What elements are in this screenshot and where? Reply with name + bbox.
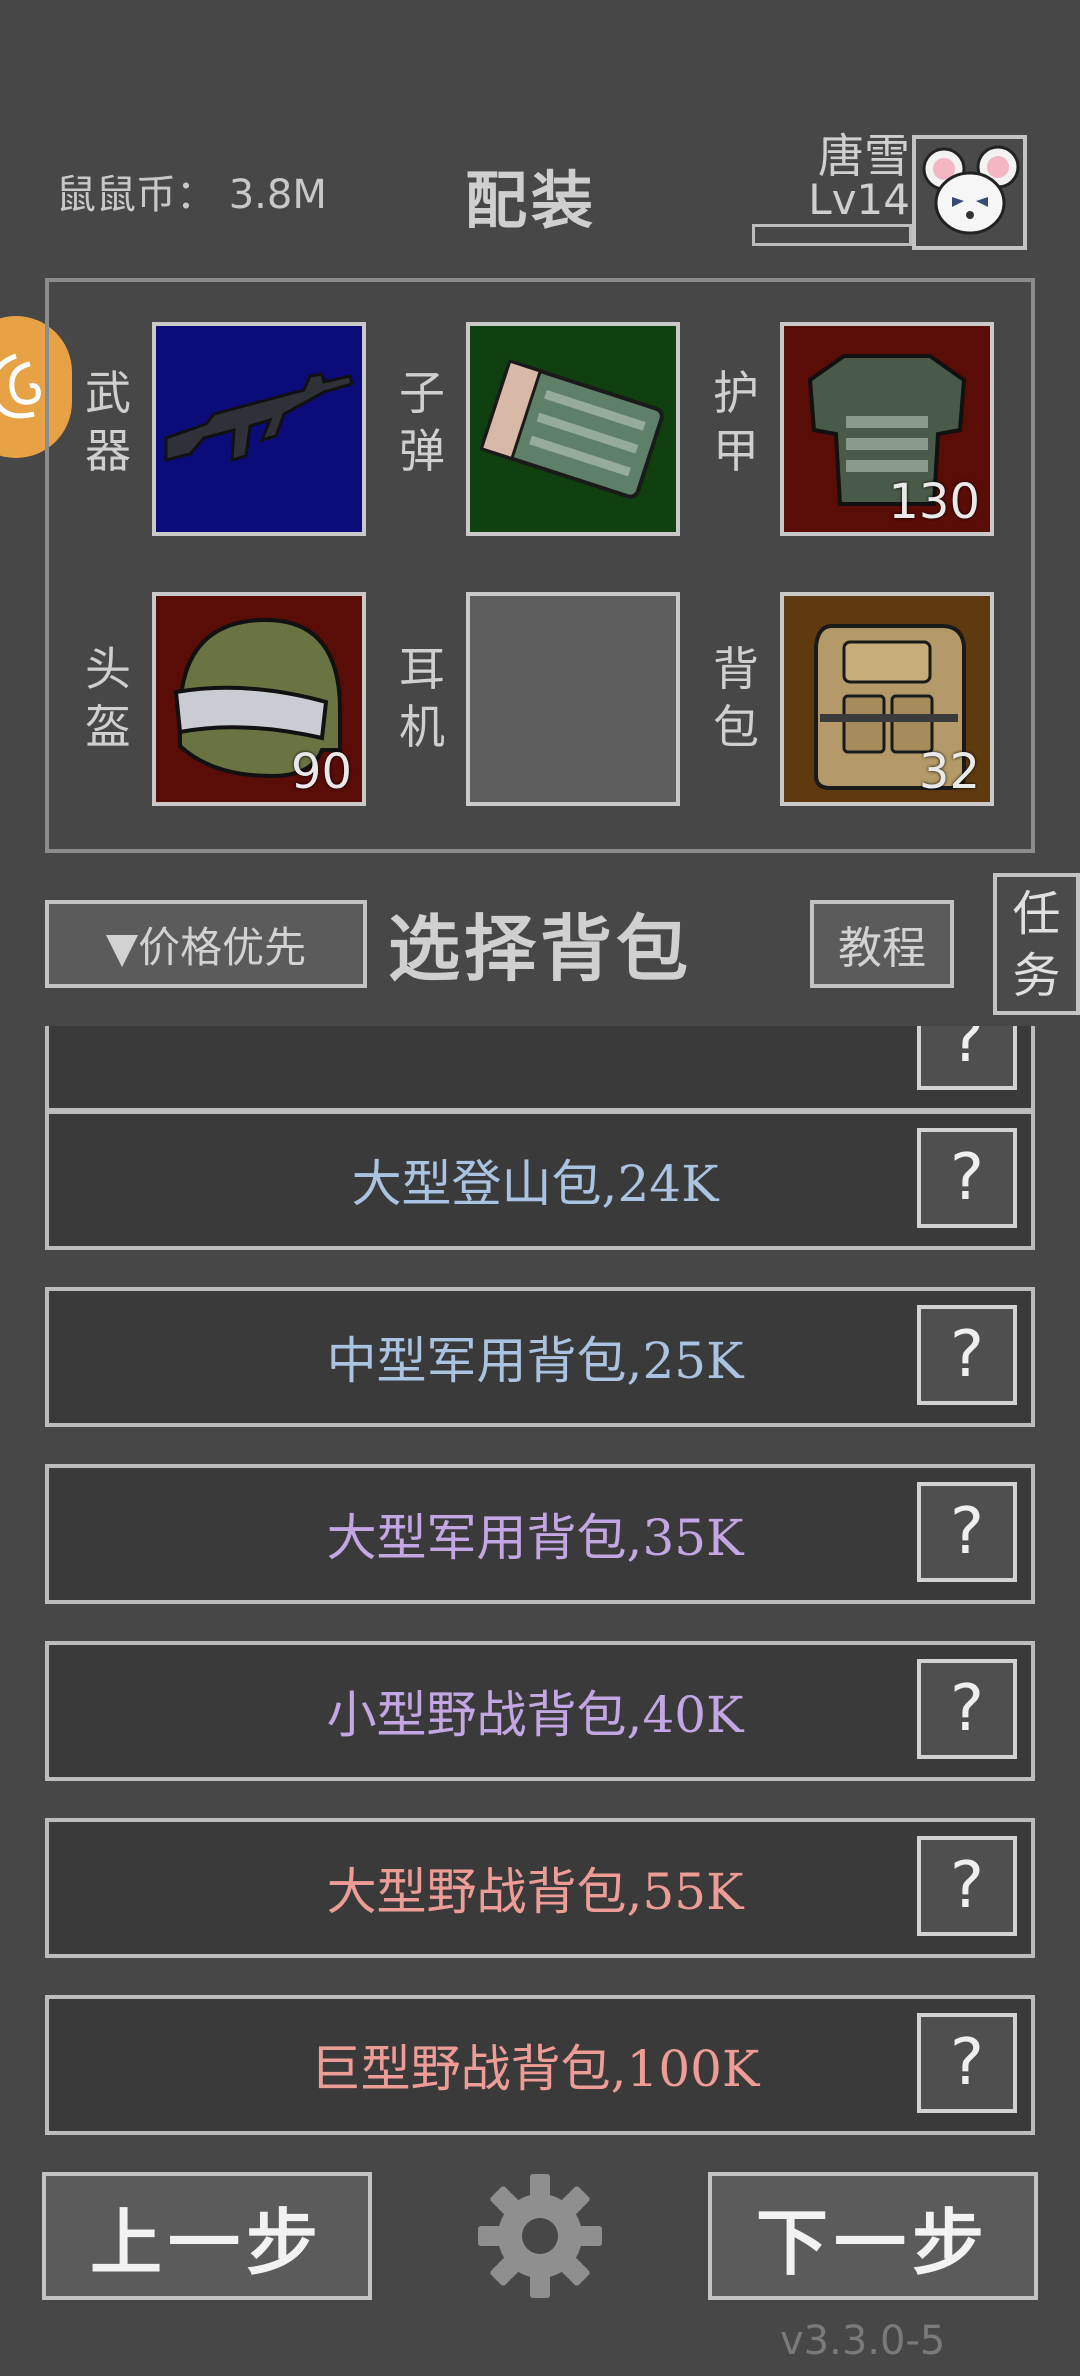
item-name	[49, 1026, 901, 1108]
weapon-slot[interactable]	[152, 322, 366, 536]
section-title: 选择背包	[388, 906, 693, 991]
avatar[interactable]	[912, 135, 1027, 250]
item-info-button[interactable]: ?	[917, 2013, 1017, 2113]
task-button[interactable]: 任务	[993, 873, 1080, 1015]
backpack-slot[interactable]: 32	[780, 592, 994, 806]
version-label: v3.3.0-5	[780, 2318, 946, 2364]
backpack-capacity: 32	[918, 744, 980, 800]
item-name: 大型登山包,24K	[351, 1155, 719, 1213]
page-title: 配装	[465, 164, 598, 237]
item-info-button[interactable]: ?	[917, 1128, 1017, 1228]
sort-by-price-button[interactable]: ▼价格优先	[45, 900, 367, 988]
helmet-slot[interactable]: 90	[152, 592, 366, 806]
list-item[interactable]: 大型军用背包,35K ?	[45, 1464, 1035, 1604]
gear-icon	[478, 2174, 602, 2298]
item-name: 大型军用背包,35K	[326, 1509, 744, 1567]
item-info-button[interactable]: ?	[917, 1482, 1017, 1582]
item-name: 中型军用背包,25K	[326, 1332, 744, 1390]
headset-slot[interactable]	[466, 592, 680, 806]
ammo-slot[interactable]	[466, 322, 680, 536]
item-name: 小型野战背包,40K	[326, 1686, 744, 1744]
list-item[interactable]: 大型登山包,24K ?	[45, 1110, 1035, 1250]
item-name: 巨型野战背包,100K	[310, 2040, 760, 2098]
coin-balance: 鼠鼠币： 3.8M	[56, 172, 327, 218]
helmet-slot-label: 头盔	[85, 642, 131, 754]
list-item[interactable]: 大型野战背包,55K ?	[45, 1818, 1035, 1958]
item-info-button[interactable]: ?	[917, 1026, 1017, 1090]
rifle-icon	[156, 326, 362, 532]
tutorial-button[interactable]: 教程	[810, 900, 954, 988]
list-item[interactable]: 巨型野战背包,100K ?	[45, 1995, 1035, 2135]
item-name: 大型野战背包,55K	[326, 1863, 744, 1921]
item-info-button[interactable]: ?	[917, 1659, 1017, 1759]
armor-slot-label: 护甲	[713, 366, 759, 478]
player-level: Lv14	[808, 175, 910, 224]
item-info-button[interactable]: ?	[917, 1305, 1017, 1405]
backpack-slot-label: 背包	[713, 642, 759, 754]
weapon-slot-label: 武器	[85, 366, 131, 478]
experience-bar	[752, 224, 912, 246]
list-item[interactable]: 小型野战背包,40K ?	[45, 1641, 1035, 1781]
helmet-durability: 90	[290, 744, 352, 800]
armor-slot[interactable]: 130	[780, 322, 994, 536]
ammo-slot-label: 子弹	[399, 366, 445, 478]
previous-step-button[interactable]: 上一步	[42, 2172, 372, 2300]
armor-durability: 130	[888, 474, 980, 530]
mouse-avatar-icon	[922, 145, 1020, 235]
headset-slot-label: 耳机	[399, 642, 445, 754]
settings-button[interactable]	[476, 2172, 604, 2300]
next-step-button[interactable]: 下一步	[708, 2172, 1038, 2300]
ammo-box-icon	[470, 326, 676, 532]
backpack-list[interactable]: ? 大型登山包,24K ? 中型军用背包,25K ? 大型军用背包,35K ? …	[0, 1026, 1080, 2156]
list-item[interactable]: 中型军用背包,25K ?	[45, 1287, 1035, 1427]
list-item[interactable]: ?	[45, 1026, 1035, 1112]
item-info-button[interactable]: ?	[917, 1836, 1017, 1936]
